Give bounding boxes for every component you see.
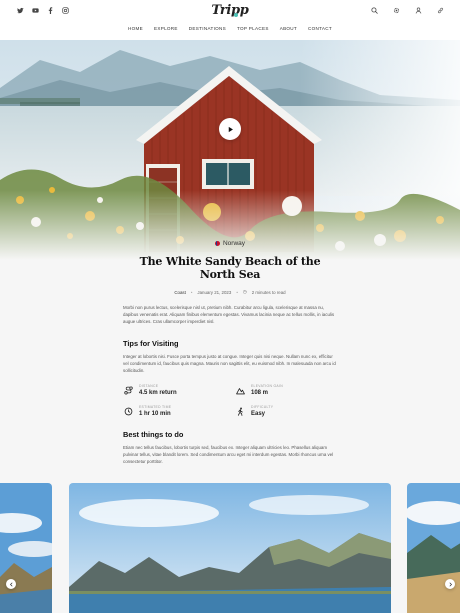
carousel-prev-button[interactable] <box>6 579 16 589</box>
chevron-right-icon <box>449 582 452 586</box>
slide-image <box>0 483 52 613</box>
play-video-button[interactable] <box>219 118 241 140</box>
meta-separator: • <box>236 289 238 295</box>
carousel-slide[interactable] <box>0 483 52 613</box>
route-icon <box>123 385 133 395</box>
tips-text: Integer at lobortis nisi. Fusce porta te… <box>123 353 336 373</box>
best-things-heading: Best things to do <box>123 430 184 440</box>
nav-home[interactable]: HOME <box>128 26 143 31</box>
stat-value: 1 hr 10 min <box>139 411 171 418</box>
play-icon <box>228 126 233 132</box>
hero-image <box>0 40 460 260</box>
trail-stats: DISTANCE 4.5 km return ELEVATION GAIN 10… <box>123 384 337 417</box>
nav-contact[interactable]: CONTACT <box>308 26 332 31</box>
clock-icon: ◷ <box>242 289 247 294</box>
search-icon[interactable] <box>370 6 378 14</box>
location-label: Norway <box>222 240 246 247</box>
stat-label: DISTANCE <box>139 384 159 389</box>
article: Norway The White Sandy Beach of the Nort… <box>123 240 337 466</box>
stat-value: 4.5 km return <box>139 390 177 397</box>
carousel-next-button[interactable] <box>445 579 455 589</box>
chevron-left-icon <box>9 582 12 586</box>
logo-accent-dot <box>234 13 238 17</box>
article-meta: Coast • January 21, 2023 • ◷ 2 minutes t… <box>123 289 337 295</box>
stat-value: 108 m <box>251 390 269 397</box>
carousel-slide[interactable] <box>407 483 460 613</box>
slide-image <box>69 483 391 613</box>
tips-heading: Tips for Visiting <box>123 338 179 348</box>
user-icon[interactable] <box>414 6 422 14</box>
carousel-slide-active[interactable] <box>69 483 391 613</box>
article-category[interactable]: Coast <box>174 290 185 295</box>
norway-flag-icon <box>214 241 220 246</box>
stat-value: Easy <box>251 411 266 418</box>
hero-illustration <box>0 40 460 260</box>
meta-separator: • <box>190 289 193 295</box>
nav-about[interactable]: ABOUT <box>280 26 297 31</box>
slide-image <box>407 483 460 613</box>
photo-carousel <box>0 483 460 613</box>
stat-elevation: ELEVATION GAIN 108 m <box>235 384 335 396</box>
stat-label: DIFFICULTY <box>251 405 274 410</box>
stat-distance: DISTANCE 4.5 km return <box>123 384 235 396</box>
site-header: Tripp HOME EXPLORE DESTINATIONS TOP PLAC… <box>0 0 460 40</box>
nav-explore[interactable]: EXPLORE <box>154 26 178 31</box>
hiker-icon <box>235 406 245 416</box>
clock-icon <box>123 406 133 416</box>
article-intro: Morbi non purus lectus, scelerisque nisl… <box>123 305 335 324</box>
mountain-icon <box>235 385 245 395</box>
nav-top-places[interactable]: TOP PLACES <box>237 26 269 31</box>
stat-label: ELEVATION GAIN <box>251 384 283 389</box>
stat-time: ESTIMATED TIME 1 hr 10 min <box>123 405 235 417</box>
header-tools <box>370 6 444 14</box>
stat-difficulty: DIFFICULTY Easy <box>235 405 335 417</box>
nav-destinations[interactable]: DESTINATIONS <box>189 26 226 31</box>
best-things-text: Etiam nec tellus faucibus, lobortis turp… <box>123 445 334 465</box>
settings-icon[interactable] <box>392 6 400 14</box>
article-date: January 21, 2023 <box>197 289 232 295</box>
location-badge[interactable]: Norway <box>123 240 337 247</box>
stat-label: ESTIMATED TIME <box>139 405 172 410</box>
link-icon[interactable] <box>436 6 444 14</box>
article-title: The White Sandy Beach of the North Sea <box>139 255 321 281</box>
main-nav: HOME EXPLORE DESTINATIONS TOP PLACES ABO… <box>0 26 460 31</box>
article-read-time: 2 minutes to read <box>251 289 286 295</box>
